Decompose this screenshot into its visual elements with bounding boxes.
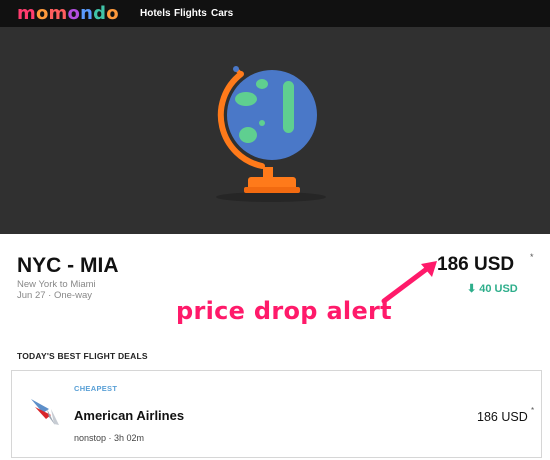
logo-letter: m [17,3,36,24]
nav-cars-link[interactable]: Cars [211,8,233,19]
price-drop-amount: ⬇ 40 USD [467,282,518,295]
route-title: NYC - MIA [17,254,119,277]
globe-illustration-icon [216,66,326,202]
logo-letter: o [35,3,49,24]
logo-letter: o [106,3,119,24]
down-arrow-icon: ⬇ [467,283,477,295]
price-footnote-marker: * [530,252,534,262]
trip-date-type: Jun 27 · One-way [17,290,92,301]
current-price: 186 USD [437,254,515,275]
logo-letter: o [67,3,81,24]
logo-letter: m [48,3,68,24]
top-navigation-bar: momondo Hotels Flights Cars [0,0,550,27]
momondo-logo[interactable]: momondo [17,3,119,24]
deal-price: 186 USD [477,410,528,424]
best-deals-heading: TODAY'S BEST FLIGHT DEALS [17,351,148,361]
american-airlines-logo-icon [31,399,59,425]
hero-banner [0,27,550,234]
nav-flights-link[interactable]: Flights [174,8,207,19]
deal-card[interactable]: CHEAPEST American Airlines nonstop · 3h … [11,370,542,458]
airline-name: American Airlines [74,408,185,423]
logo-letter: d [93,3,107,24]
route-cities: New York to Miami [17,279,96,290]
nav-hotels-link[interactable]: Hotels [140,8,171,19]
flight-details: nonstop · 3h 02m [74,433,145,443]
cheapest-badge: CHEAPEST [74,384,118,393]
price-drop-value: 40 USD [479,283,518,295]
price-drop-alert-annotation: price drop alert [176,297,392,325]
deal-price-footnote-marker: * [531,406,535,415]
logo-letter: n [80,3,94,24]
